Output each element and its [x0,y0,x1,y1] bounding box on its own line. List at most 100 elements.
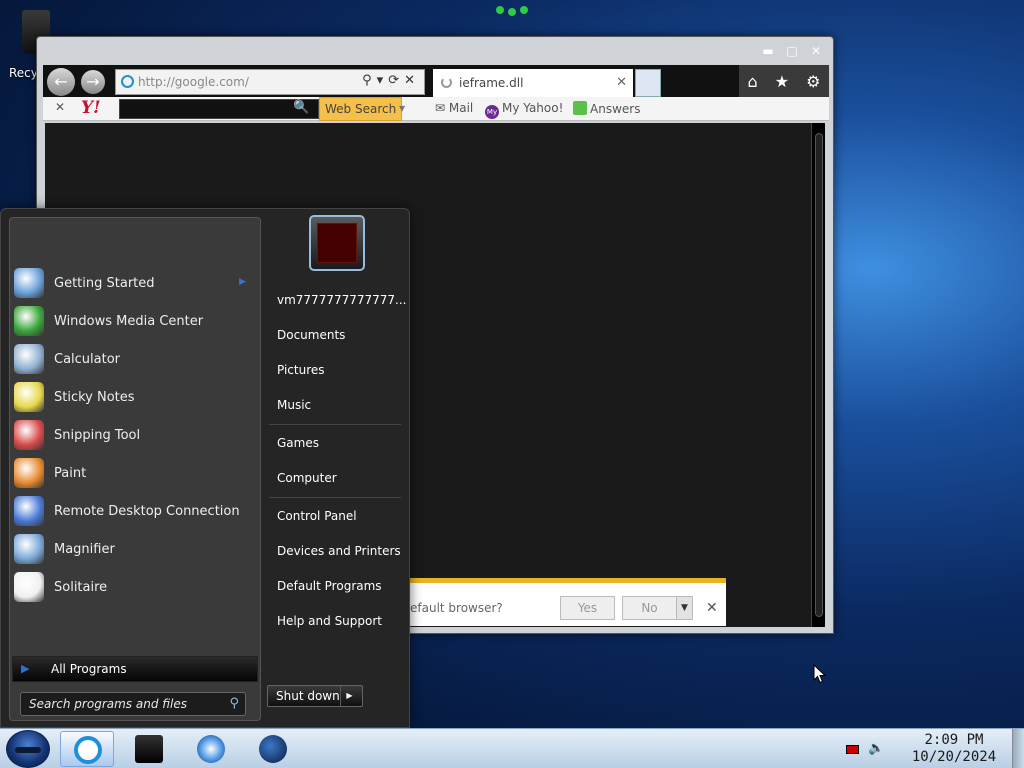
program-label: Magnifier [54,542,115,557]
mail-label: Mail [448,101,474,115]
place-computer[interactable]: Computer [277,471,337,485]
program-item[interactable]: Remote Desktop Connection [12,494,256,530]
home-icon[interactable]: ⌂ [748,72,758,91]
favorites-icon[interactable]: ★ [775,72,789,91]
recycle-bin-label: Recy [9,66,38,80]
gear-icon[interactable]: ⚙ [806,72,820,91]
vertical-scrollbar[interactable] [811,123,825,627]
close-window-button[interactable]: ✕ [809,45,823,57]
taskbar: 🔈 2:09 PM 10/20/2024 [0,728,1024,768]
browser-tools: ⌂ ★ ⚙ [739,65,829,97]
place-games[interactable]: Games [277,436,319,450]
place-default-programs[interactable]: Default Programs [277,579,382,593]
program-label: Remote Desktop Connection [54,504,240,519]
yes-button[interactable]: Yes [560,596,615,620]
place-music[interactable]: Music [277,398,311,412]
start-menu: Getting Started ▶ Windows Media Center Calc… [0,208,410,728]
program-item[interactable]: Calculator [12,342,256,378]
program-item[interactable]: Getting Started ▶ [12,266,256,302]
no-button[interactable]: No [622,596,677,620]
answers-label: Answers [590,102,641,116]
program-label: Calculator [54,352,121,367]
media-player-icon [197,735,225,763]
snipping-tool-icon [14,420,44,450]
paint-icon [14,458,44,488]
solitaire-icon [14,572,44,602]
place-devices-printers[interactable]: Devices and Printers [277,544,401,558]
sticky-notes-icon [14,382,44,412]
shutdown-options-arrow[interactable]: ▶ [340,686,358,706]
all-programs-arrow-icon: ▶ [21,662,30,675]
program-item[interactable]: Solitaire [12,570,256,606]
tab-ieframe[interactable]: ieframe.dll ✕ [433,69,633,97]
show-desktop-button[interactable] [1012,729,1024,768]
taskbar-explorer[interactable] [122,731,176,767]
taskbar-network-app[interactable] [246,731,300,767]
tab-close-button[interactable]: ✕ [616,75,627,90]
program-item[interactable]: Paint [12,456,256,492]
taskbar-internet-explorer[interactable] [60,731,114,767]
place-pictures[interactable]: Pictures [277,363,325,377]
yahoo-logo[interactable]: Y! [81,98,101,118]
notification-question: efault browser? [410,601,503,615]
search-icon[interactable]: 🔍 [293,100,309,115]
ie-page-icon [121,75,134,88]
clock-date: 10/20/2024 [911,749,997,765]
search-icon[interactable]: ⚲ [229,696,239,711]
no-dropdown-button[interactable]: ▼ [676,596,693,620]
windows-media-center-icon [14,306,44,336]
program-label: Getting Started [54,276,155,291]
toolbar-close-icon[interactable]: ✕ [55,100,65,114]
start-search-input[interactable]: Search programs and files ⚲ [20,692,246,716]
program-item[interactable]: Snipping Tool [12,418,256,454]
place-control-panel[interactable]: Control Panel [277,509,357,523]
new-tab-button[interactable] [635,69,661,97]
taskbar-media-player[interactable] [184,731,238,767]
program-item[interactable]: Sticky Notes [12,380,256,416]
address-bar[interactable]: http://google.com/ ⚲▾⟳✕ [115,69,425,95]
forward-button[interactable]: → [81,70,105,94]
clock-time: 2:09 PM [924,732,984,748]
place-documents[interactable]: Documents [277,328,345,342]
yahoo-toolbar: ✕ Y! 🔍 Web Search ▾ ✉ Mail My My Yahoo! A… [43,97,829,121]
window-controls: ▬ □ ✕ [761,45,823,57]
answers-icon [573,101,587,115]
minimize-button[interactable]: ▬ [761,45,775,57]
shutdown-button[interactable]: Shut down ▶ [267,685,363,707]
program-label: Windows Media Center [54,314,204,329]
search-placeholder: Search programs and files [29,697,187,711]
submenu-arrow-icon[interactable]: ▶ [239,277,246,287]
web-search-button[interactable]: Web Search [319,97,403,121]
globe-icon [259,735,287,763]
maximize-button[interactable]: □ [785,45,799,57]
toolbar-dropdown-icon[interactable]: ▾ [399,101,405,115]
address-url: http://google.com/ [138,75,249,89]
remote-desktop-icon [14,496,44,526]
user-avatar[interactable] [309,215,365,271]
desktop-logo [496,0,528,16]
getting-started-icon [14,268,44,298]
yahoo-mail-link[interactable]: ✉ Mail [435,101,473,115]
scrollbar-thumb[interactable] [815,133,823,617]
address-controls[interactable]: ⚲▾⟳✕ [362,73,420,88]
notification-close-icon[interactable]: ✕ [706,600,718,616]
my-yahoo-link[interactable]: My My Yahoo! [485,101,563,119]
yahoo-search-input[interactable] [119,99,319,119]
all-programs-button[interactable]: ▶ All Programs [12,656,258,682]
all-programs-label: All Programs [51,662,127,676]
back-button[interactable]: ← [47,68,75,96]
username[interactable]: vm7777777777777... [277,293,407,307]
place-help-support[interactable]: Help and Support [277,614,382,628]
program-item[interactable]: Magnifier [12,532,256,568]
answers-link[interactable]: Answers [573,101,640,116]
speaker-icon[interactable]: 🔈 [868,741,884,756]
program-label: Solitaire [54,580,108,595]
shutdown-label: Shut down [276,689,340,703]
program-item[interactable]: Windows Media Center [12,304,256,340]
action-center-flag-icon[interactable] [846,745,859,754]
start-button[interactable] [6,730,50,768]
programs-pane: Getting Started ▶ Windows Media Center Calc… [9,217,261,721]
program-label: Sticky Notes [54,390,135,405]
folder-icon [135,735,163,763]
system-clock[interactable]: 2:09 PM 10/20/2024 [898,732,1010,766]
